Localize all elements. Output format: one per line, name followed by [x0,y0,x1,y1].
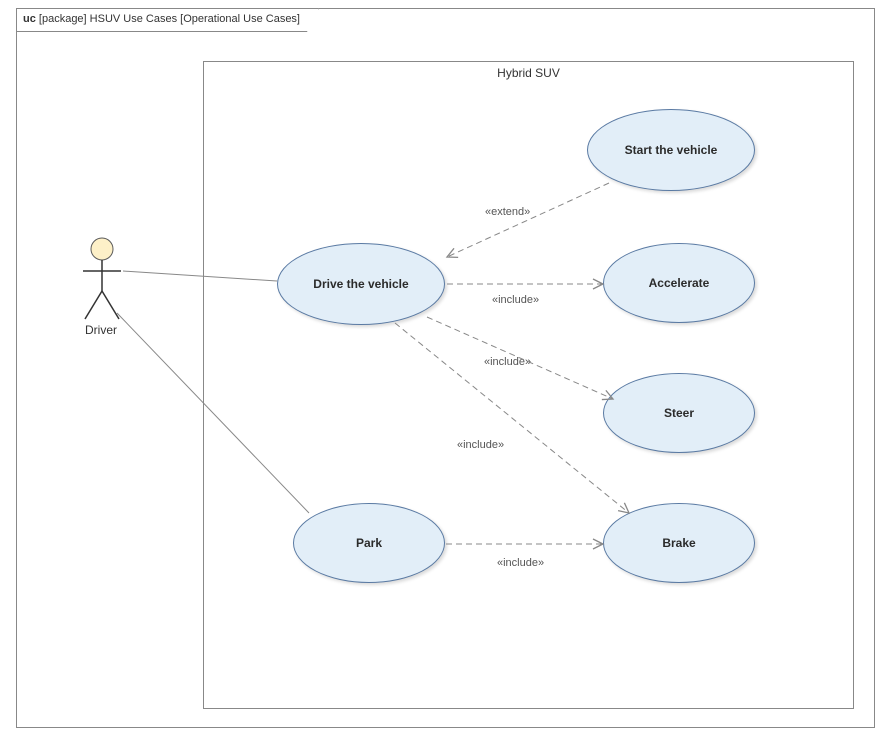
usecase-drive-label: Drive the vehicle [313,277,408,291]
actor-driver-label: Driver [71,323,131,337]
usecase-accelerate-label: Accelerate [649,276,710,290]
frame-tab: uc [package] HSUV Use Cases [Operational… [16,8,319,32]
usecase-brake-label: Brake [662,536,695,550]
frame-subtitle: [Operational Use Cases] [180,13,300,25]
usecase-drive-vehicle[interactable]: Drive the vehicle [277,243,445,325]
usecase-park-label: Park [356,536,382,550]
usecase-park[interactable]: Park [293,503,445,583]
frame-package: [package] [39,13,87,25]
rel-extend-start-drive: «extend» [485,206,530,218]
subject-title: Hybrid SUV [204,66,853,80]
usecase-steer[interactable]: Steer [603,373,755,453]
usecase-start-vehicle[interactable]: Start the vehicle [587,109,755,191]
rel-include-park-brake: «include» [497,557,544,569]
diagram-frame: uc [package] HSUV Use Cases [Operational… [16,8,875,728]
frame-kind: uc [23,13,36,25]
usecase-accelerate[interactable]: Accelerate [603,243,755,323]
rel-include-drive-steer: «include» [484,356,531,368]
frame-title: HSUV Use Cases [90,13,177,25]
rel-include-drive-accelerate: «include» [492,294,539,306]
actor-driver[interactable] [81,237,123,321]
usecase-start-label: Start the vehicle [625,143,718,157]
usecase-steer-label: Steer [664,406,694,420]
rel-include-drive-brake: «include» [457,439,504,451]
usecase-brake[interactable]: Brake [603,503,755,583]
subject-boundary: Hybrid SUV [203,61,854,709]
